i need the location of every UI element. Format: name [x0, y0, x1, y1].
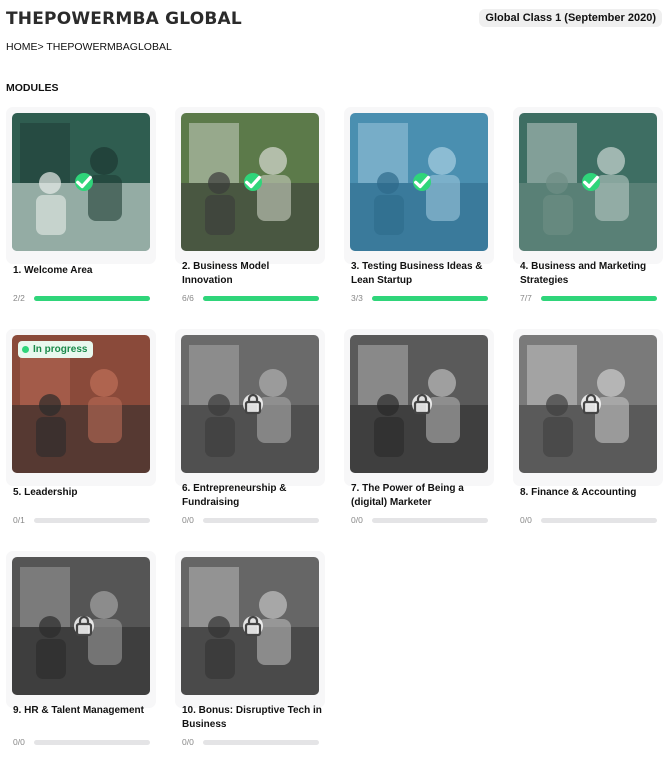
- module-title[interactable]: 7. The Power of Being a (digital) Market…: [351, 482, 491, 510]
- module-title[interactable]: 6. Entrepreneurship & Fundraising: [182, 482, 322, 510]
- module-progress-count: 3/3: [351, 293, 363, 303]
- module-thumbnail[interactable]: [181, 557, 319, 695]
- module-thumbnail[interactable]: [12, 557, 150, 695]
- module-card[interactable]: 2. Business Model Innovation 6/6: [175, 107, 325, 303]
- module-progress-bar: [34, 740, 150, 745]
- section-title: MODULES: [6, 82, 59, 94]
- lock-icon: [243, 393, 263, 415]
- module-progress-bar: [372, 518, 488, 523]
- check-icon: [582, 173, 600, 191]
- module-card[interactable]: 9. HR & Talent Management 0/0: [6, 551, 156, 747]
- module-progress-count: 6/6: [182, 293, 194, 303]
- module-progress-bar: [34, 518, 150, 523]
- module-thumbnail[interactable]: [181, 113, 319, 251]
- module-progress-count: 0/0: [182, 737, 194, 747]
- module-card[interactable]: 3. Testing Business Ideas & Lean Startup…: [344, 107, 494, 303]
- module-thumbnail[interactable]: [12, 113, 150, 251]
- module-title[interactable]: 2. Business Model Innovation: [182, 260, 322, 288]
- module-title[interactable]: 3. Testing Business Ideas & Lean Startup: [351, 260, 491, 288]
- module-progress-count: 0/0: [351, 515, 363, 525]
- module-progress-count: 0/0: [13, 737, 25, 747]
- module-progress-count: 2/2: [13, 293, 25, 303]
- module-progress-bar: [203, 518, 319, 523]
- module-progress-fill: [203, 296, 319, 301]
- module-title[interactable]: 4. Business and Marketing Strategies: [520, 260, 660, 288]
- module-progress-bar: [34, 296, 150, 301]
- module-progress-count: 0/0: [520, 515, 532, 525]
- check-icon: [413, 173, 431, 191]
- in-progress-badge: In progress: [18, 341, 94, 358]
- module-thumbnail[interactable]: [350, 113, 488, 251]
- module-title[interactable]: 1. Welcome Area: [13, 264, 153, 278]
- module-progress-bar: [541, 296, 657, 301]
- module-progress-bar: [541, 518, 657, 523]
- in-progress-label: In progress: [33, 344, 88, 355]
- module-thumbnail[interactable]: [181, 335, 319, 473]
- breadcrumb[interactable]: HOME> THEPOWERMBAGLOBAL: [6, 41, 172, 53]
- module-progress-bar: [372, 296, 488, 301]
- module-thumbnail[interactable]: In progress: [12, 335, 150, 473]
- module-card[interactable]: 6. Entrepreneurship & Fundraising 0/0: [175, 329, 325, 525]
- check-icon: [75, 173, 93, 191]
- page-header: THEPOWERMBA GLOBAL Global Class 1 (Septe…: [6, 8, 662, 32]
- class-selector-badge[interactable]: Global Class 1 (September 2020): [479, 9, 662, 27]
- module-card[interactable]: 1. Welcome Area 2/2: [6, 107, 156, 303]
- module-thumbnail[interactable]: [519, 335, 657, 473]
- module-progress-fill: [372, 296, 488, 301]
- module-card[interactable]: 4. Business and Marketing Strategies 7/7: [513, 107, 663, 303]
- module-progress-bar: [203, 296, 319, 301]
- module-progress-count: 7/7: [520, 293, 532, 303]
- module-thumbnail[interactable]: [350, 335, 488, 473]
- module-card[interactable]: 7. The Power of Being a (digital) Market…: [344, 329, 494, 525]
- module-card[interactable]: 10. Bonus: Disruptive Tech in Business 0/…: [175, 551, 325, 747]
- module-title[interactable]: 10. Bonus: Disruptive Tech in Business: [182, 704, 322, 732]
- module-title[interactable]: 8. Finance & Accounting: [520, 486, 660, 500]
- module-progress-fill: [34, 296, 150, 301]
- module-thumbnail[interactable]: [519, 113, 657, 251]
- module-progress-bar: [203, 740, 319, 745]
- brand-title: THEPOWERMBA GLOBAL: [6, 9, 242, 29]
- status-dot-icon: [22, 346, 29, 353]
- module-progress-count: 0/0: [182, 515, 194, 525]
- module-progress-count: 0/1: [13, 515, 25, 525]
- module-title[interactable]: 9. HR & Talent Management: [13, 704, 153, 718]
- module-progress-fill: [541, 296, 657, 301]
- lock-icon: [243, 615, 263, 637]
- module-title[interactable]: 5. Leadership: [13, 486, 153, 500]
- lock-icon: [412, 393, 432, 415]
- lock-icon: [74, 615, 94, 637]
- module-card[interactable]: In progress 5. Leadership 0/1: [6, 329, 156, 525]
- module-card[interactable]: 8. Finance & Accounting 0/0: [513, 329, 663, 525]
- lock-icon: [581, 393, 601, 415]
- check-icon: [244, 173, 262, 191]
